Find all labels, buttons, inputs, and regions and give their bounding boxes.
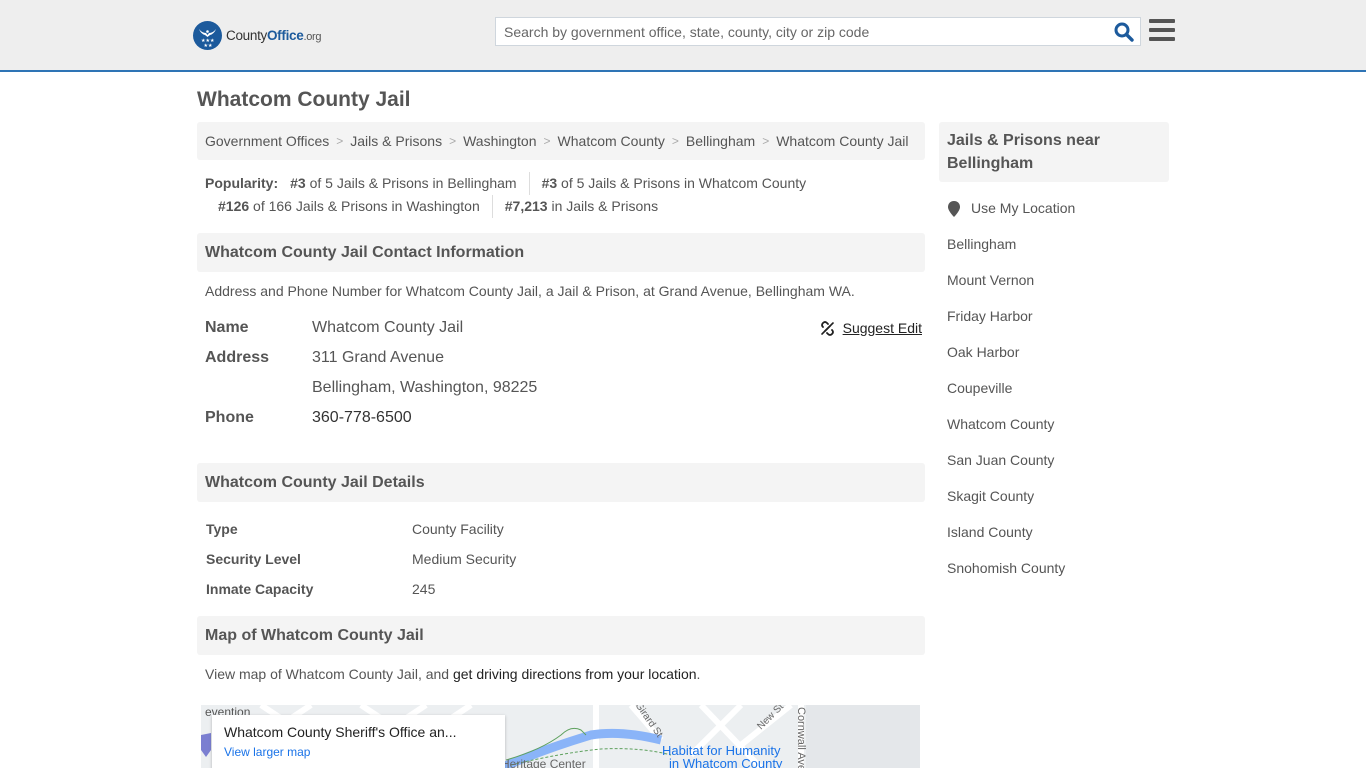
breadcrumb-washington[interactable]: Washington xyxy=(463,133,536,149)
page-title: Whatcom County Jail xyxy=(197,88,411,111)
details-row-security: Security Level Medium Security xyxy=(206,544,925,574)
suggest-edit-link[interactable]: Suggest Edit xyxy=(820,313,922,343)
details-heading: Whatcom County Jail Details xyxy=(197,463,925,502)
nearby-link-skagit-county[interactable]: Skagit County xyxy=(947,488,1034,504)
address-line2: Bellingham, Washington, 98225 xyxy=(312,379,538,396)
popularity-rank-state: #126 of 166 Jails & Prisons in Washingto… xyxy=(218,195,493,218)
search-input[interactable] xyxy=(496,18,1096,45)
breadcrumb: Government Offices > Jails & Prisons > W… xyxy=(197,122,925,160)
nearby-item[interactable]: San Juan County xyxy=(947,452,1169,488)
map-label-cornwall: Cornwall Ave xyxy=(795,707,807,768)
nearby-item[interactable]: Whatcom County xyxy=(947,416,1169,452)
breadcrumb-current: Whatcom County Jail xyxy=(776,133,909,149)
address-label: Address xyxy=(205,349,270,366)
sidebar-heading: Jails & Prisons near Bellingham xyxy=(939,122,1169,182)
main-content: Government Offices > Jails & Prisons > W… xyxy=(197,122,925,768)
name-row: Name Whatcom County Jail xyxy=(205,313,925,343)
eagle-stars-logo-icon: ★★★ ★★ xyxy=(193,20,222,50)
map-label-heritage: Heritage Center xyxy=(501,757,586,768)
view-larger-map-link[interactable]: View larger map xyxy=(224,745,493,759)
popularity-rank-national: #7,213 in Jails & Prisons xyxy=(504,198,659,214)
suggest-edit-label: Suggest Edit xyxy=(842,320,922,336)
site-logo[interactable]: ★★★ ★★ CountyOffice.org xyxy=(193,20,322,50)
map-card-title: Whatcom County Sheriff's Office an... xyxy=(224,724,457,740)
details-table: Type County Facility Security Level Medi… xyxy=(197,514,925,604)
breadcrumb-government-offices[interactable]: Government Offices xyxy=(205,133,329,149)
svg-text:★★: ★★ xyxy=(204,43,213,49)
nearby-link-coupeville[interactable]: Coupeville xyxy=(947,380,1012,396)
type-value: County Facility xyxy=(412,521,504,537)
map-info-card: Whatcom County Sheriff's Office an... Vi… xyxy=(212,715,505,768)
nearby-link-mount-vernon[interactable]: Mount Vernon xyxy=(947,272,1034,288)
nearby-link-san-juan-county[interactable]: San Juan County xyxy=(947,452,1054,468)
nearby-list: Use My Location Bellingham Mount Vernon … xyxy=(939,200,1169,596)
security-level-label: Security Level xyxy=(206,551,301,567)
details-row-capacity: Inmate Capacity 245 xyxy=(206,574,925,604)
breadcrumb-separator-icon: > xyxy=(336,134,344,148)
breadcrumb-separator-icon: > xyxy=(543,134,551,148)
breadcrumb-separator-icon: > xyxy=(449,134,457,148)
address-row: Address 311 Grand Avenue xyxy=(205,343,925,373)
name-value: Whatcom County Jail xyxy=(312,319,464,336)
search-button[interactable] xyxy=(1114,22,1134,42)
sidebar: Jails & Prisons near Bellingham Use My L… xyxy=(939,122,1169,596)
breadcrumb-separator-icon: > xyxy=(671,134,679,148)
name-label: Name xyxy=(205,319,249,336)
broken-link-icon xyxy=(820,320,834,336)
logo-wordmark: CountyOffice.org xyxy=(226,27,322,43)
phone-link[interactable]: 360-778-6500 xyxy=(312,409,412,426)
contact-heading: Whatcom County Jail Contact Information xyxy=(197,233,925,272)
driving-directions-link[interactable]: get driving directions from your locatio… xyxy=(453,666,697,682)
nearby-link-island-county[interactable]: Island County xyxy=(947,524,1033,540)
hamburger-menu-icon[interactable] xyxy=(1149,19,1175,43)
search-icon xyxy=(1114,22,1134,42)
map-label-habitat-2: in Whatcom County xyxy=(669,756,783,768)
nearby-link-whatcom-county[interactable]: Whatcom County xyxy=(947,416,1054,432)
breadcrumb-bellingham[interactable]: Bellingham xyxy=(686,133,755,149)
nearby-item[interactable]: Coupeville xyxy=(947,380,1169,416)
map-marker-icon xyxy=(948,201,960,217)
address-row-2: Bellingham, Washington, 98225 xyxy=(205,373,925,403)
nearby-item[interactable]: Snohomish County xyxy=(947,560,1169,596)
nearby-item[interactable]: Mount Vernon xyxy=(947,272,1169,308)
map-description: View map of Whatcom County Jail, and get… xyxy=(205,666,701,682)
contact-description: Address and Phone Number for Whatcom Cou… xyxy=(205,283,855,299)
nearby-item[interactable]: Bellingham xyxy=(947,236,1169,272)
address-line1: 311 Grand Avenue xyxy=(312,349,444,366)
embedded-map[interactable]: evention Heritage Center Girard St New S… xyxy=(201,705,920,768)
nearby-link-oak-harbor[interactable]: Oak Harbor xyxy=(947,344,1019,360)
breadcrumb-jails-prisons[interactable]: Jails & Prisons xyxy=(350,133,442,149)
type-label: Type xyxy=(206,521,238,537)
nearby-link-friday-harbor[interactable]: Friday Harbor xyxy=(947,308,1033,324)
contact-table: Name Whatcom County Jail Address 311 Gra… xyxy=(197,313,925,433)
nearby-item[interactable]: Oak Harbor xyxy=(947,344,1169,380)
site-header: ★★★ ★★ CountyOffice.org xyxy=(0,0,1366,72)
nearby-item[interactable]: Island County xyxy=(947,524,1169,560)
inmate-capacity-value: 245 xyxy=(412,581,436,597)
details-row-type: Type County Facility xyxy=(206,514,925,544)
popularity-label: Popularity: xyxy=(205,175,279,191)
security-level-value: Medium Security xyxy=(412,551,517,567)
phone-label: Phone xyxy=(205,409,254,426)
nearby-link-snohomish-county[interactable]: Snohomish County xyxy=(947,560,1065,576)
use-my-location[interactable]: Use My Location xyxy=(947,200,1169,236)
nearby-item[interactable]: Friday Harbor xyxy=(947,308,1169,344)
search-box xyxy=(495,17,1141,46)
breadcrumb-separator-icon: > xyxy=(762,134,770,148)
breadcrumb-whatcom-county[interactable]: Whatcom County xyxy=(558,133,665,149)
popularity: Popularity: #3 of 5 Jails & Prisons in B… xyxy=(197,172,925,218)
inmate-capacity-label: Inmate Capacity xyxy=(206,581,314,597)
popularity-rank-county: #3 of 5 Jails & Prisons in Whatcom Count… xyxy=(541,175,807,191)
use-my-location-link[interactable]: Use My Location xyxy=(971,200,1075,216)
popularity-rank-city: #3 of 5 Jails & Prisons in Bellingham xyxy=(290,172,530,195)
map-heading: Map of Whatcom County Jail xyxy=(197,616,925,655)
nearby-link-bellingham[interactable]: Bellingham xyxy=(947,236,1016,252)
phone-row: Phone 360-778-6500 xyxy=(205,403,925,433)
nearby-item[interactable]: Skagit County xyxy=(947,488,1169,524)
